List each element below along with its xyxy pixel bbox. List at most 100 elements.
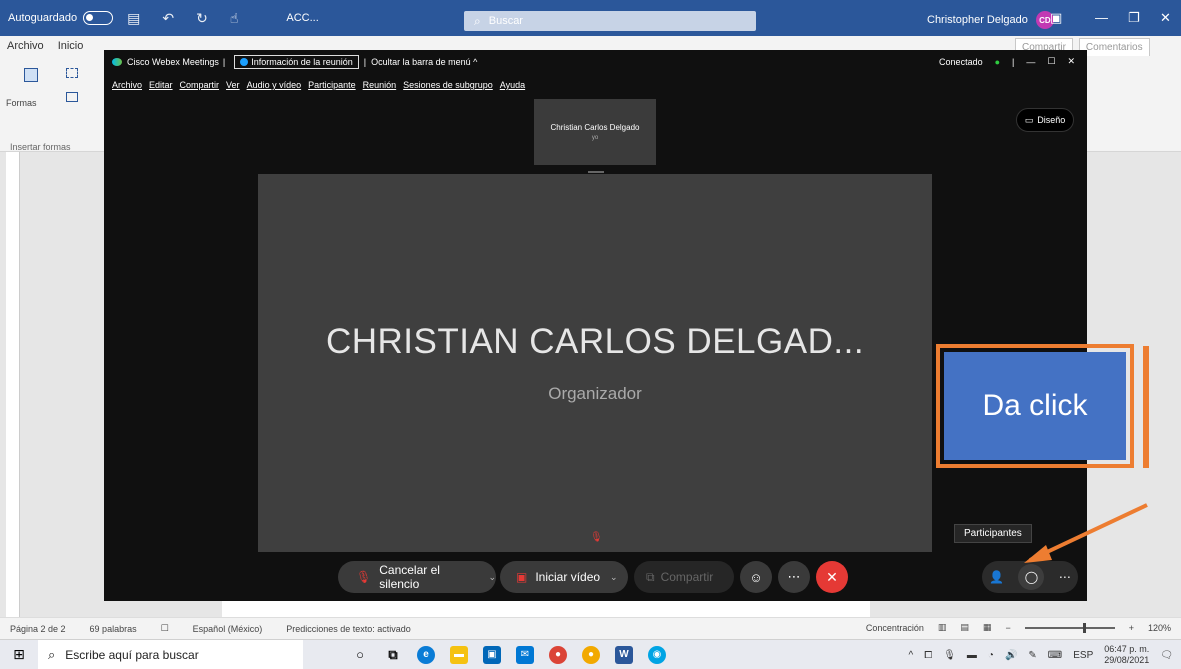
main-video-stage[interactable]: CHRISTIAN CARLOS DELGAD... Organizador 🎙 [258, 174, 932, 552]
menu-sesiones-subgrupo[interactable]: Sesiones de subgrupo [403, 80, 493, 90]
active-speaker-name: CHRISTIAN CARLOS DELGAD... [325, 322, 865, 361]
webex-logo-icon [112, 58, 122, 66]
meet-now-icon[interactable]: ⧠ [924, 650, 932, 661]
annotation-callout-text: Da click [944, 352, 1126, 460]
share-button[interactable]: ⧉ Compartir [634, 561, 734, 593]
mail-icon[interactable]: ✉ [516, 645, 534, 664]
file-explorer-icon[interactable]: ▬ [450, 645, 468, 664]
wifi-icon[interactable]: ◔ [988, 650, 994, 661]
shapes-label[interactable]: Formas [6, 98, 37, 108]
webex-maximize-icon[interactable]: ☐ [1047, 56, 1055, 67]
close-icon[interactable]: ✕ [1160, 10, 1171, 26]
text-box-icon[interactable] [66, 92, 78, 102]
read-mode-icon[interactable]: ▥ [938, 622, 947, 633]
predictions-status[interactable]: Predicciones de texto: activado [286, 624, 411, 634]
comments-button[interactable]: Comentarios [1078, 38, 1150, 57]
menu-compartir[interactable]: Compartir [180, 80, 220, 90]
volume-icon[interactable]: 🔊 [1005, 650, 1017, 661]
document-name[interactable]: ACC... [286, 12, 318, 24]
menu-ayuda[interactable]: Ayuda [500, 80, 525, 90]
autosave-toggle[interactable] [83, 11, 114, 25]
menu-participante[interactable]: Participante [308, 80, 356, 90]
participants-tooltip: Participantes [954, 524, 1032, 543]
chrome-icon[interactable]: ● [549, 645, 567, 664]
search-icon: ⌕ [48, 646, 56, 662]
zoom-level[interactable]: 120% [1148, 623, 1171, 633]
more-panels-icon[interactable]: ⋯ [1059, 570, 1071, 584]
meeting-info-label: Información de la reunión [251, 57, 353, 67]
menu-reunion[interactable]: Reunión [363, 80, 397, 90]
clock[interactable]: 06:47 p. m. 29/08/2021 [1104, 644, 1149, 666]
save-icon[interactable]: ▤ [127, 10, 140, 27]
print-layout-icon[interactable]: ▤ [960, 622, 969, 633]
hide-menu-bar-link[interactable]: Ocultar la barra de menú ^ [371, 57, 477, 67]
tab-inicio[interactable]: Inicio [51, 40, 91, 52]
menu-ver[interactable]: Ver [226, 80, 240, 90]
user-account[interactable]: Christopher Delgado CD [927, 11, 1054, 29]
tab-archivo[interactable]: Archivo [0, 40, 51, 52]
chevron-down-icon[interactable]: ⌄ [488, 572, 496, 583]
chat-icon[interactable]: ◯ [1018, 564, 1045, 590]
annotation-callout: Da click [936, 344, 1134, 468]
meeting-info-button[interactable]: Información de la reunión [234, 55, 359, 69]
cortana-icon[interactable]: ○ [351, 646, 369, 664]
menu-audio-video[interactable]: Audio y vídeo [247, 80, 302, 90]
unmute-button[interactable]: 🎙 Cancelar el silencio ⌄ [338, 561, 496, 593]
notifications-icon[interactable]: 🗨 [1160, 650, 1173, 661]
taskbar-search[interactable]: ⌕ Escribe aquí para buscar [38, 639, 303, 669]
zoom-slider[interactable] [1024, 622, 1115, 633]
focus-mode[interactable]: Concentración [866, 623, 924, 633]
start-video-button[interactable]: ▣ Iniciar vídeo ⌄ [500, 561, 628, 593]
zoom-out-icon[interactable]: − [1005, 623, 1010, 633]
connection-status[interactable]: Conectado [939, 57, 983, 67]
menu-archivo[interactable]: Archivo [112, 80, 142, 90]
webex-menu-bar: Archivo Editar Compartir Ver Audio y víd… [112, 80, 525, 90]
word-search-box[interactable]: ⌕ Buscar [464, 11, 756, 31]
participants-icon[interactable]: 👤 [989, 570, 1004, 584]
tray-chevron-icon[interactable]: ^ [909, 650, 914, 661]
share-label: Compartir [660, 570, 714, 584]
windows-start-icon[interactable]: ⊞ [0, 646, 38, 663]
keyboard-icon[interactable]: ⌨ [1048, 650, 1062, 661]
leave-meeting-icon[interactable]: ✕ [816, 561, 848, 593]
proofing-icon[interactable]: ☐ [161, 623, 169, 634]
microphone-icon[interactable]: 🎙 [943, 650, 956, 661]
webex-close-icon[interactable]: ✕ [1067, 56, 1075, 67]
more-options-icon[interactable]: ⋯ [778, 561, 810, 593]
task-view-icon[interactable]: ⧉ [384, 646, 402, 664]
share-icon: ⧉ [646, 569, 655, 584]
minimize-icon[interactable]: — [1095, 10, 1108, 25]
page-count[interactable]: Página 2 de 2 [10, 624, 66, 634]
webex-minimize-icon[interactable]: — [1026, 57, 1035, 67]
word-count[interactable]: 69 palabras [90, 624, 137, 634]
ribbon-display-icon[interactable]: ▣ [1050, 10, 1062, 26]
self-tile-sub: yo [591, 135, 599, 141]
self-video-tile[interactable]: Christian Carlos Delgado yo [534, 99, 656, 165]
chrome-canary-icon[interactable]: ● [582, 645, 600, 664]
undo-icon[interactable]: ↶ [162, 10, 174, 27]
info-icon [240, 58, 249, 66]
shapes-icon[interactable] [24, 68, 38, 82]
redo-icon[interactable]: ↻ [196, 10, 208, 27]
word-app-icon[interactable]: W [615, 645, 633, 664]
self-tile-drag-handle[interactable] [588, 171, 604, 173]
restore-icon[interactable]: ❐ [1128, 10, 1140, 26]
language-status[interactable]: Español (México) [193, 624, 263, 634]
start-video-label: Iniciar vídeo [535, 570, 601, 584]
reactions-icon[interactable]: ☺ [740, 561, 772, 593]
web-layout-icon[interactable]: ▦ [983, 622, 992, 633]
zoom-in-icon[interactable]: + [1129, 623, 1134, 633]
input-language[interactable]: ESP [1073, 650, 1093, 661]
webex-titlebar: Cisco Webex Meetings | Información de la… [104, 50, 1087, 74]
unmute-label: Cancelar el silencio [379, 563, 440, 591]
battery-icon[interactable]: ▬ [967, 650, 977, 661]
pen-icon[interactable]: ✎ [1028, 650, 1036, 661]
touch-mode-icon[interactable]: ☝ [230, 10, 239, 27]
chevron-down-icon[interactable]: ⌄ [610, 572, 618, 583]
menu-editar[interactable]: Editar [149, 80, 173, 90]
webex-app-icon[interactable]: ◉ [648, 645, 666, 664]
layout-button[interactable]: ▭ Diseño [1016, 108, 1074, 132]
edit-shape-icon[interactable] [66, 68, 78, 78]
store-icon[interactable]: ▣ [483, 645, 501, 664]
edge-icon[interactable]: e [417, 645, 435, 664]
